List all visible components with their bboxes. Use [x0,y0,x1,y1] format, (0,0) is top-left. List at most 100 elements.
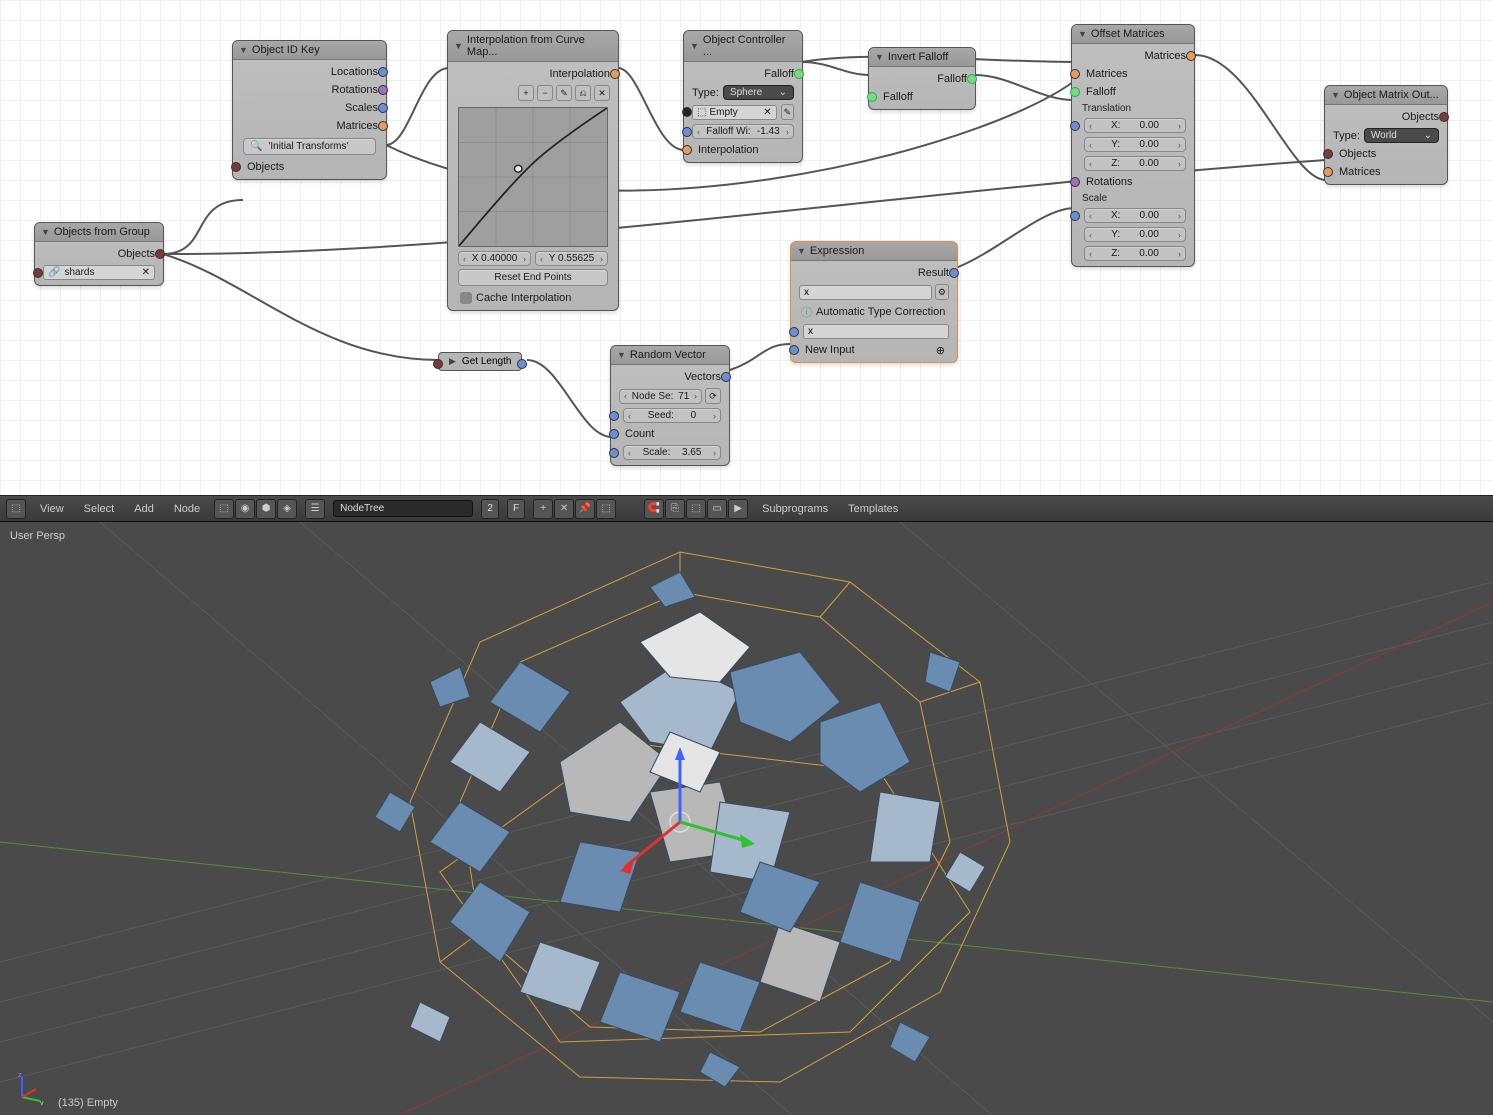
node-header[interactable]: ▼Interpolation from Curve Map... [448,31,618,62]
socket-out-matrices[interactable] [378,121,388,131]
fake-user-button[interactable]: F [507,499,525,519]
users-badge[interactable]: 2 [481,499,499,519]
node-object-controller[interactable]: ▼Object Controller ... Falloff Type:Sphe… [683,30,803,163]
socket-in-list[interactable] [433,359,443,369]
scale-z-field[interactable]: ‹Z:0.00› [1084,246,1186,261]
socket-in-x[interactable] [789,327,799,337]
socket-in-rot[interactable] [1070,177,1080,187]
falloff-type-select[interactable]: Sphere⌄ [723,85,794,100]
menu-subprograms[interactable]: Subprograms [756,503,834,515]
unlink-icon[interactable]: ✕ [554,499,574,519]
falloff-width-field[interactable]: ‹Falloff Wi:-1.43› [692,124,794,139]
socket-out-vectors[interactable] [721,372,731,382]
cache-checkbox[interactable] [460,292,472,304]
clear-icon[interactable]: ✕ [763,107,771,118]
menu-select[interactable]: Select [78,503,121,515]
add-icon[interactable]: ⊕ [936,344,945,357]
node-get-length[interactable]: ▶ Get Length [438,352,522,371]
node-expression[interactable]: ▼Expression Result ⚙ ⓘAutomatic Type Cor… [790,241,958,363]
node-object-matrix-out[interactable]: ▼Object Matrix Out... Objects Type:World… [1324,85,1448,185]
trans-z-field[interactable]: ‹Z:0.00› [1084,156,1186,171]
socket-out-falloff[interactable] [794,69,804,79]
node-tree-type-icon[interactable]: ⬢ [256,499,276,519]
node-tree-type-icon[interactable]: ◈ [277,499,297,519]
socket-in-scale[interactable] [609,448,619,458]
scale-x-field[interactable]: ‹X:0.00› [1084,208,1186,223]
curve-y-field[interactable]: ‹Y 0.55625› [535,251,608,266]
viewport-3d[interactable]: User Persp [0,522,1493,1115]
node-header[interactable]: ▼Object Controller ... [684,31,802,62]
eyedropper-icon[interactable]: ✎ [781,104,794,120]
editor-type-icon[interactable]: ⬚ [6,499,26,519]
node-header[interactable]: ▼Invert Falloff [869,48,975,67]
menu-templates[interactable]: Templates [842,503,904,515]
add-icon[interactable]: + [533,499,553,519]
socket-out-falloff[interactable] [967,74,977,84]
socket-in-group[interactable] [33,268,43,278]
node-tree-type-icon[interactable]: ◉ [235,499,255,519]
node-invert-falloff[interactable]: ▼Invert Falloff Falloff Falloff [868,47,976,110]
nodetree-name-field[interactable]: NodeTree [333,500,473,517]
menu-add[interactable]: Add [128,503,160,515]
nodetree-browse-icon[interactable]: ☰ [305,499,325,519]
socket-out-objects[interactable] [155,249,165,259]
socket-in-matrices[interactable] [1070,69,1080,79]
reset-endpoints-button[interactable]: Reset End Points [458,269,608,286]
refresh-icon[interactable]: ⟳ [705,388,721,404]
group-field[interactable]: 🔗shards✕ [43,265,155,280]
node-tree-type-icon[interactable]: ⬚ [214,499,234,519]
socket-in-new[interactable] [789,345,799,355]
node-header[interactable]: ▼Object Matrix Out... [1325,86,1447,105]
execute-icon[interactable]: ▶ [728,499,748,519]
scale-field[interactable]: ‹Scale:3.65› [623,445,721,460]
node-objects-from-group[interactable]: ▼Objects from Group Objects 🔗shards✕ [34,222,164,286]
node-header[interactable]: ▼Objects from Group [35,223,163,242]
socket-in-objects[interactable] [1323,149,1333,159]
gear-icon[interactable]: ⚙ [935,284,949,300]
socket-in-width[interactable] [682,127,692,137]
menu-node[interactable]: Node [168,503,206,515]
socket-in-object[interactable] [682,107,692,117]
socket-in-tx[interactable] [1070,121,1080,131]
trans-x-field[interactable]: ‹X:0.00› [1084,118,1186,133]
node-header[interactable]: ▼Offset Matrices [1072,25,1194,44]
node-editor-header[interactable]: ⬚ View Select Add Node ⬚ ◉ ⬢ ◈ ☰ NodeTre… [0,495,1493,522]
socket-out-objects[interactable] [1439,112,1449,122]
group-icon[interactable]: ⬚ [596,499,616,519]
socket-in-objects[interactable] [231,162,241,172]
node-random-vector[interactable]: ▼Random Vector Vectors ‹Node Se:71› ⟳ ‹S… [610,345,730,466]
snap-icon[interactable]: 🧲 [644,499,664,519]
unlink-icon[interactable]: ⬚ [686,499,706,519]
node-header[interactable]: ▼Random Vector [611,346,729,365]
trans-y-field[interactable]: ‹Y:0.00› [1084,137,1186,152]
object-field[interactable]: ⬚Empty✕ [692,105,777,120]
node-seed-field[interactable]: ‹Node Se:71› [619,389,702,404]
socket-out-matrices[interactable] [1186,51,1196,61]
scale-y-field[interactable]: ‹Y:0.00› [1084,227,1186,242]
socket-out-rotations[interactable] [378,85,388,95]
seed-field[interactable]: ‹Seed:0› [623,408,721,423]
socket-in-interpolation[interactable] [682,145,692,155]
node-object-id-key[interactable]: ▼Object ID Key Locations Rotations Scale… [232,40,387,180]
frame-icon[interactable]: ▭ [707,499,727,519]
socket-in-sx[interactable] [1070,211,1080,221]
matrix-type-select[interactable]: World⌄ [1364,128,1439,143]
socket-out-locations[interactable] [378,67,388,77]
zoom-in-icon[interactable]: + [518,85,534,101]
expression-field[interactable] [799,285,932,300]
input-x-field[interactable] [803,324,949,339]
socket-in-falloff[interactable] [867,92,877,102]
zoom-out-icon[interactable]: − [537,85,553,101]
curve-x-field[interactable]: ‹X 0.40000› [458,251,531,266]
curve-graph[interactable] [458,107,608,247]
id-key-button[interactable]: 🔍'Initial Transforms' [243,138,376,155]
pin-icon[interactable]: 📌 [575,499,595,519]
node-offset-matrices[interactable]: ▼Offset Matrices Matrices Matrices Fallo… [1071,24,1195,267]
socket-out-interpolation[interactable] [610,69,620,79]
node-header[interactable]: ▼Object ID Key [233,41,386,60]
clip-icon[interactable]: ⎌ [575,85,591,101]
node-editor-area[interactable]: ▼Objects from Group Objects 🔗shards✕ ▼Ob… [0,0,1493,495]
socket-in-falloff[interactable] [1070,87,1080,97]
socket-out-scales[interactable] [378,103,388,113]
copy-icon[interactable]: ⎘ [665,499,685,519]
